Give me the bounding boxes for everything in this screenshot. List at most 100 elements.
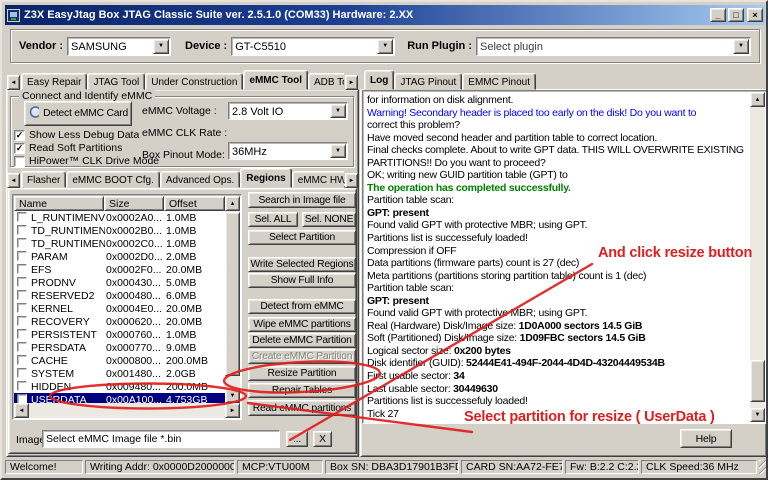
scroll-left-icon[interactable]: ◄ [14, 403, 29, 418]
read-emmc-partitions-button[interactable]: Read eMMC partitions [248, 400, 356, 416]
tab-jtag-tool[interactable]: JTAG Tool [87, 73, 146, 90]
device-select[interactable]: GT-C5510 ▼ [231, 36, 396, 56]
partition-checkbox[interactable] [17, 355, 27, 365]
help-button[interactable]: Help [680, 429, 732, 448]
partition-row-param[interactable]: PARAM 0x0002D0... 2.0MB [14, 250, 225, 263]
partition-checkbox[interactable] [17, 212, 27, 222]
log-panel[interactable]: for information on disk alignment. Warnin… [362, 90, 766, 424]
partition-checkbox[interactable] [17, 238, 27, 248]
search-in-image-button[interactable]: Search in Image file [248, 192, 356, 208]
partition-hscrollbar[interactable]: ◄ ► [14, 403, 240, 418]
checkbox-icon[interactable]: ✓ [14, 142, 25, 154]
scroll-up-icon[interactable]: ▲ [750, 92, 765, 107]
tab-emmc-boot-cfg[interactable]: eMMC BOOT Cfg. [66, 171, 160, 188]
partition-checkbox[interactable] [17, 381, 27, 391]
scroll-up-icon[interactable]: ▲ [225, 196, 240, 211]
checkbox-icon[interactable]: ✓ [14, 129, 25, 141]
select-none-button[interactable]: Sel. NONE [302, 212, 356, 227]
partition-checkbox[interactable] [17, 277, 27, 287]
scroll-thumb[interactable] [225, 212, 240, 376]
minimize-button[interactable]: _ [710, 8, 726, 22]
partition-row-cache[interactable]: CACHE 0x000800... 200.0MB [14, 354, 225, 367]
close-button[interactable]: × [747, 8, 763, 22]
partition-row-l-runtimenv2[interactable]: L_RUNTIMENV2 0x0002A0... 1.0MB [14, 211, 225, 224]
clear-image-button[interactable]: X [313, 431, 332, 447]
read-soft-partitions-checkbox[interactable]: ✓ Read Soft Partitions [14, 142, 122, 154]
scroll-thumb[interactable] [750, 360, 765, 402]
partition-checkbox[interactable] [17, 264, 27, 274]
tab-jtag-pinout[interactable]: JTAG Pinout [394, 73, 463, 90]
partition-row-reserved2[interactable]: RESERVED2 0x000480... 6.0MB [14, 289, 225, 302]
partition-row-system[interactable]: SYSTEM 0x001480... 2.0GB [14, 367, 225, 380]
browse-image-button[interactable]: ... [286, 431, 308, 447]
tab-adb-tool[interactable]: ADB Tool [307, 73, 344, 90]
partition-row-persdata[interactable]: PERSDATA 0x000770... 9.0MB [14, 341, 225, 354]
partition-checkbox[interactable] [17, 342, 27, 352]
repair-tables-button[interactable]: Repair Tables [248, 383, 356, 398]
partition-checkbox[interactable] [17, 225, 27, 235]
delete-emmc-partition-button[interactable]: Delete eMMC Partition [248, 333, 356, 348]
dropdown-arrow-icon[interactable]: ▼ [153, 38, 170, 54]
write-selected-regions-button[interactable]: Write Selected Regions [248, 257, 356, 272]
partition-table[interactable]: Name Size Offset L_RUNTIMENV2 0x0002A0...… [12, 194, 242, 420]
tab-under-construction[interactable]: Under Construction [145, 73, 244, 90]
partition-row-userdata[interactable]: USERDATA 0x00A100... 4.753GB [14, 393, 225, 403]
partition-row-recovery[interactable]: RECOVERY 0x000620... 20.0MB [14, 315, 225, 328]
partition-row-td-runtimen[interactable]: TD_RUNTIMEN...0x0002C0...1.0MB [14, 237, 225, 250]
scroll-down-icon[interactable]: ▼ [225, 389, 240, 403]
partition-row-kernel[interactable]: KERNEL 0x0004E0... 20.0MB [14, 302, 225, 315]
select-partition-button[interactable]: Select Partition [248, 230, 356, 245]
partition-row-hidden[interactable]: HIDDEN 0x009480... 200.0MB [14, 380, 225, 393]
tab-scroll-right-icon[interactable]: ► [345, 173, 358, 188]
column-header-size[interactable]: Size [104, 196, 164, 211]
tab-scroll-right-icon[interactable]: ► [345, 75, 358, 90]
hipower-clk-checkbox[interactable]: HiPower™ CLK Drive Mode [14, 155, 159, 167]
tab-scroll-left-icon[interactable]: ◄ [7, 173, 20, 188]
log-vscrollbar[interactable]: ▲ ▼ [750, 92, 765, 422]
partition-checkbox[interactable] [17, 394, 27, 403]
detect-emmc-button[interactable]: Detect eMMC Card [24, 101, 132, 126]
tab-flasher[interactable]: Flasher [21, 171, 67, 188]
column-header-name[interactable]: Name [14, 196, 104, 211]
emmc-clk-select[interactable]: 36MHz ▼ [228, 142, 348, 160]
tab-emmc-pinout[interactable]: EMMC Pinout [462, 73, 536, 90]
tab-scroll-left-icon[interactable]: ◄ [7, 75, 20, 90]
partition-row-td-runtimen[interactable]: TD_RUNTIMEN...0x0002B0...1.0MB [14, 224, 225, 237]
partition-checkbox[interactable] [17, 316, 27, 326]
wipe-emmc-partitions-button[interactable]: Wipe eMMC partitions [248, 317, 356, 332]
partition-checkbox[interactable] [17, 368, 27, 378]
partition-row-persistent[interactable]: PERSISTENT 0x000760... 1.0MB [14, 328, 225, 341]
partition-checkbox[interactable] [17, 303, 27, 313]
tab-emmc-hw-par[interactable]: eMMC HW Par [291, 171, 344, 188]
resize-grip[interactable] [759, 460, 766, 474]
tab-regions[interactable]: Regions [240, 168, 292, 188]
image-file-input[interactable]: Select eMMC Image file *.bin [42, 430, 280, 448]
checkbox-icon[interactable] [14, 155, 25, 167]
emmc-voltage-select[interactable]: 2.8 Volt IO ▼ [228, 102, 348, 120]
dropdown-arrow-icon[interactable]: ▼ [330, 104, 346, 118]
dropdown-arrow-icon[interactable]: ▼ [330, 144, 346, 158]
detect-from-emmc-button[interactable]: Detect from eMMC [248, 299, 356, 314]
partition-checkbox[interactable] [17, 329, 27, 339]
tab-log[interactable]: Log [364, 70, 395, 90]
dropdown-arrow-icon[interactable]: ▼ [377, 38, 394, 54]
scroll-down-icon[interactable]: ▼ [750, 408, 765, 422]
select-all-button[interactable]: Sel. ALL [248, 212, 298, 227]
vendor-select[interactable]: SAMSUNG ▼ [67, 36, 172, 56]
show-full-info-button[interactable]: Show Full Info [248, 273, 356, 288]
tab-emmc-tool[interactable]: eMMC Tool [243, 70, 308, 90]
partition-checkbox[interactable] [17, 290, 27, 300]
partition-row-efs[interactable]: EFS 0x0002F0... 20.0MB [14, 263, 225, 276]
dropdown-arrow-icon[interactable]: ▼ [733, 38, 749, 54]
column-header-offset[interactable]: Offset [164, 196, 225, 211]
tab-advanced-ops[interactable]: Advanced Ops. [159, 171, 241, 188]
partition-row-prodnv[interactable]: PRODNV 0x000430... 5.0MB [14, 276, 225, 289]
scroll-track[interactable] [29, 403, 225, 418]
show-less-debug-checkbox[interactable]: ✓ Show Less Debug Data [14, 129, 139, 141]
tab-easy-repair[interactable]: Easy Repair [21, 73, 88, 90]
maximize-button[interactable]: □ [728, 8, 744, 22]
partition-vscrollbar[interactable]: ▲ ▼ [225, 196, 240, 403]
partition-checkbox[interactable] [17, 251, 27, 261]
resize-partition-button[interactable]: Resize Partition [248, 366, 356, 381]
run-plugin-select[interactable]: Select plugin ▼ [475, 36, 751, 56]
